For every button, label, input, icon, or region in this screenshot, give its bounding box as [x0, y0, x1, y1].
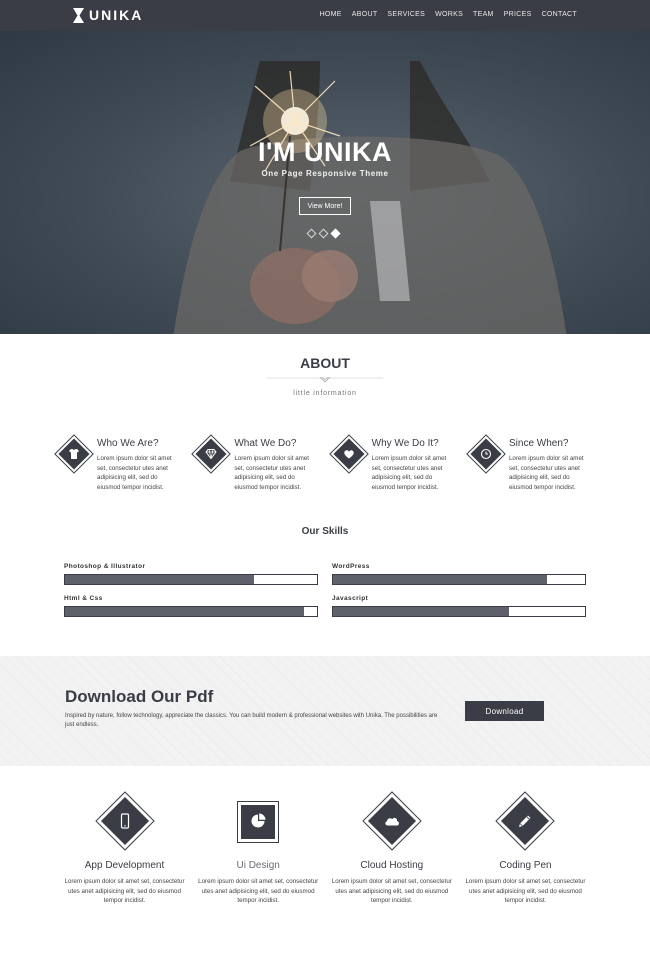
feature-why-we-do-it: Why We Do It? Lorem ipsum dolor sit amet… [328, 434, 453, 492]
service-icon-wrap [325, 791, 458, 851]
nav-menu: HOME ABOUT SERVICES WORKS TEAM PRICES CO… [320, 11, 577, 18]
section-divider [267, 377, 383, 383]
skill-progress-fill [333, 607, 510, 616]
service-text: Lorem ipsum dolor sit amet set, consecte… [465, 878, 586, 904]
feature-title: Why We Do It? [371, 438, 439, 449]
skill-javascript: Javascript [332, 595, 586, 617]
skill-wordpress: WordPress [332, 563, 586, 585]
skill-progress-bar [332, 606, 586, 617]
about-subtitle: little information [293, 390, 357, 397]
download-pdf-section: Download Our Pdf Inspired by nature, fol… [0, 656, 650, 766]
service-title: Coding Pen [499, 860, 552, 871]
slider-pagination [306, 228, 341, 239]
pdf-title: Download Our Pdf [65, 687, 214, 706]
navbar: UNIKA HOME ABOUT SERVICES WORKS TEAM PRI… [0, 0, 650, 31]
skill-html-css: Html & Css [64, 595, 318, 617]
feature-text: Lorem ipsum dolor sit amet set, consecte… [371, 455, 447, 491]
service-text: Lorem ipsum dolor sit amet set, consecte… [64, 878, 185, 904]
skill-photoshop: Photoshop & Illustrator [64, 563, 318, 585]
hero-subtitle: One Page Responsive Theme [261, 169, 389, 178]
service-app-development: App Development Lorem ipsum dolor sit am… [58, 791, 191, 906]
service-ui-design: Ui Design Lorem ipsum dolor sit amet set… [192, 797, 325, 906]
skill-progress-bar [332, 574, 586, 585]
services-section: App Development Lorem ipsum dolor sit am… [58, 791, 592, 906]
service-text: Lorem ipsum dolor sit amet set, consecte… [331, 878, 452, 904]
slider-dot-1[interactable] [306, 228, 317, 239]
service-title: App Development [84, 860, 165, 871]
cloud-icon [385, 817, 399, 826]
feature-title: Who We Are? [97, 438, 159, 449]
skill-progress-fill [65, 607, 305, 616]
feature-title: Since When? [508, 438, 569, 449]
service-icon-wrap [459, 791, 592, 851]
nav-prices[interactable]: PRICES [504, 11, 532, 18]
pdf-text: Inspired by nature, follow technology, a… [65, 713, 438, 728]
service-icon-wrap [192, 797, 325, 847]
hero-title: I'M UNIKA [258, 137, 392, 167]
hourglass-logo-icon [73, 7, 84, 23]
service-title: Cloud Hosting [360, 860, 424, 871]
nav-contact[interactable]: CONTACT [542, 11, 577, 18]
service-title: Ui Design [236, 860, 280, 871]
skill-progress-fill [333, 575, 548, 584]
feature-since-when: Since When? Lorem ipsum dolor sit amet s… [466, 434, 590, 492]
view-more-button[interactable]: View More! [299, 197, 351, 215]
mobile-icon [120, 813, 129, 829]
logo[interactable]: UNIKA [73, 7, 143, 23]
slider-dot-3[interactable] [330, 228, 341, 239]
pencil-icon [519, 815, 531, 827]
skill-progress-bar [64, 574, 318, 585]
diamond-gem-icon [191, 434, 232, 474]
service-icon-wrap [58, 791, 191, 851]
nav-works[interactable]: WORKS [435, 11, 463, 18]
hero-slider: I'M UNIKA One Page Responsive Theme View… [0, 31, 650, 334]
skill-label: WordPress [332, 563, 370, 570]
skill-label: Html & Css [64, 595, 103, 602]
nav-team[interactable]: TEAM [473, 11, 494, 18]
tshirt-icon [54, 434, 94, 474]
clock-icon [466, 434, 506, 474]
nav-home[interactable]: HOME [320, 11, 342, 18]
feature-who-we-are: Who We Are? Lorem ipsum dolor sit amet s… [54, 434, 178, 492]
hero-background-image [173, 61, 567, 334]
download-button[interactable]: Download [465, 701, 544, 721]
skill-progress-fill [65, 575, 254, 584]
nav-services[interactable]: SERVICES [387, 11, 425, 18]
skills-title: Our Skills [301, 526, 349, 537]
heart-icon [328, 434, 369, 474]
pie-chart-icon [251, 813, 266, 828]
service-coding-pen: Coding Pen Lorem ipsum dolor sit amet se… [459, 791, 592, 906]
feature-text: Lorem ipsum dolor sit amet set, consecte… [508, 455, 584, 491]
service-text: Lorem ipsum dolor sit amet set, consecte… [198, 878, 319, 904]
skill-label: Javascript [332, 595, 369, 602]
about-features: Who We Are? Lorem ipsum dolor sit amet s… [54, 434, 590, 492]
feature-text: Lorem ipsum dolor sit amet set, consecte… [97, 455, 172, 491]
logo-text: UNIKA [89, 7, 144, 23]
feature-title: What We Do? [234, 438, 297, 449]
skill-label: Photoshop & Illustrator [64, 563, 146, 570]
slider-dot-2[interactable] [318, 228, 329, 239]
nav-about[interactable]: ABOUT [352, 11, 378, 18]
feature-what-we-do: What We Do? Lorem ipsum dolor sit amet s… [191, 434, 315, 492]
about-title: ABOUT [300, 355, 350, 371]
skill-progress-bar [64, 606, 318, 617]
feature-text: Lorem ipsum dolor sit amet set, consecte… [234, 455, 309, 491]
service-cloud-hosting: Cloud Hosting Lorem ipsum dolor sit amet… [325, 791, 458, 906]
